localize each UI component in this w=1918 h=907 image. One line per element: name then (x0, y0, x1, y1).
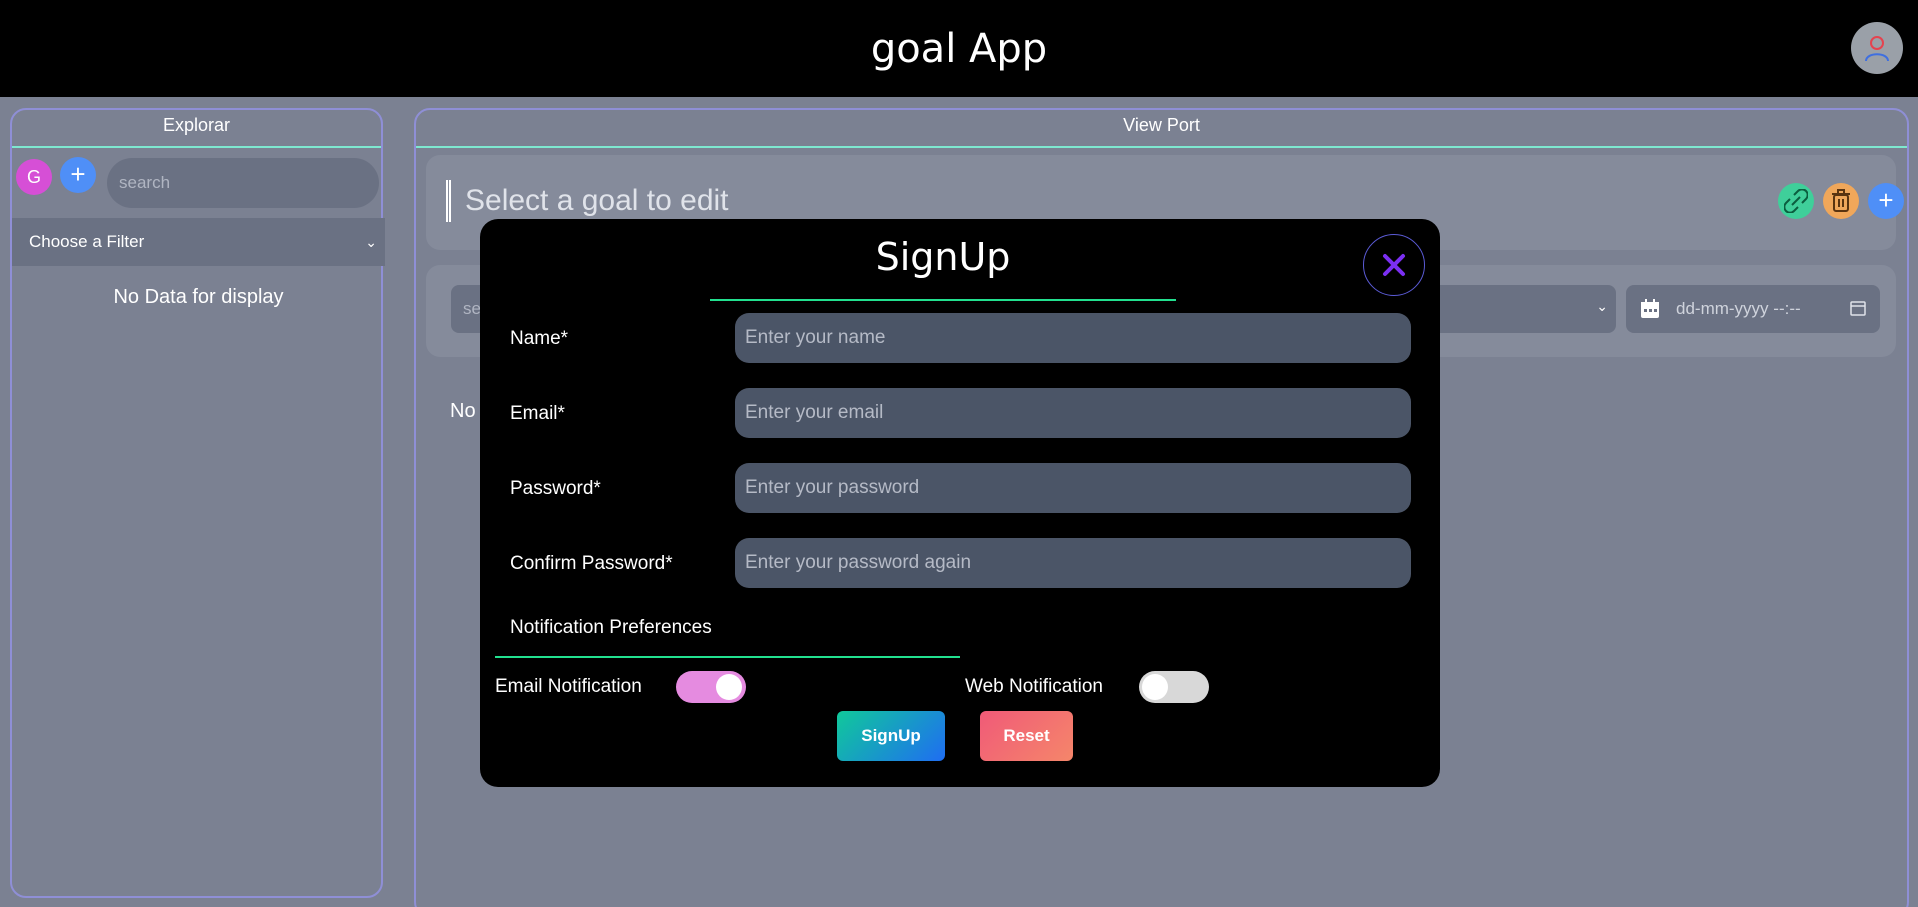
user-initial-button[interactable]: G (16, 159, 52, 195)
name-input[interactable] (735, 313, 1411, 363)
password-label: Password* (510, 478, 601, 499)
reset-button[interactable]: Reset (980, 711, 1073, 761)
chevron-down-icon: ⌄ (365, 234, 377, 250)
link-icon (1784, 189, 1808, 213)
date-time-input[interactable]: dd-mm-yyyy --:-- (1626, 285, 1880, 333)
confirm-password-label: Confirm Password* (510, 553, 673, 574)
add-goal-button[interactable]: + (60, 157, 96, 193)
calendar-icon (1641, 299, 1659, 318)
name-label: Name* (510, 328, 569, 349)
explorer-empty-text: No Data for display (113, 286, 284, 308)
close-icon (1383, 254, 1405, 276)
viewport-title: View Port (416, 110, 1907, 148)
calendar-picker-icon[interactable] (1850, 300, 1866, 316)
user-avatar-button[interactable] (1851, 22, 1903, 74)
explorer-title: Explorar (12, 110, 381, 148)
date-placeholder: dd-mm-yyyy --:-- (1676, 299, 1801, 318)
app-title: goal App (870, 25, 1048, 72)
signup-title: SignUp (710, 235, 1176, 301)
explorer-panel: Explorar G + Choose a Filter ⌄ No Data f… (10, 108, 385, 898)
viewport-search-placeholder: se (463, 299, 481, 318)
trash-icon (1832, 189, 1850, 212)
chevron-down-icon: ⌄ (1596, 298, 1608, 314)
toggle-knob (1142, 674, 1168, 700)
toggle-knob (716, 674, 742, 700)
confirm-password-input[interactable] (735, 538, 1411, 588)
viewport-empty-text: No (450, 400, 476, 422)
password-input[interactable] (735, 463, 1411, 513)
goal-title-input[interactable]: Select a goal to edit (446, 180, 729, 222)
explorer-toolbar: G + (12, 148, 381, 216)
notification-preferences-heading: Notification Preferences (510, 617, 712, 638)
email-notification-label: Email Notification (495, 676, 642, 697)
web-notification-toggle[interactable] (1139, 671, 1209, 703)
email-notification-toggle[interactable] (676, 671, 746, 703)
add-subgoal-button[interactable]: + (1868, 183, 1904, 219)
filter-select[interactable]: Choose a Filter ⌄ (12, 218, 385, 266)
web-notification-label: Web Notification (965, 676, 1103, 697)
signup-button[interactable]: SignUp (837, 711, 945, 761)
delete-button[interactable] (1823, 183, 1859, 219)
link-button[interactable] (1778, 183, 1814, 219)
email-label: Email* (510, 403, 565, 424)
viewport-select[interactable]: ⌄ (1426, 285, 1616, 333)
user-icon (1865, 36, 1889, 62)
close-modal-button[interactable] (1363, 234, 1425, 296)
notification-divider (495, 656, 960, 658)
explorer-search-input[interactable] (107, 158, 379, 208)
app-header: goal App (0, 0, 1918, 97)
filter-select-label: Choose a Filter (29, 232, 145, 251)
email-input[interactable] (735, 388, 1411, 438)
signup-modal: SignUp Name* Email* Password* Confirm Pa… (480, 219, 1440, 787)
